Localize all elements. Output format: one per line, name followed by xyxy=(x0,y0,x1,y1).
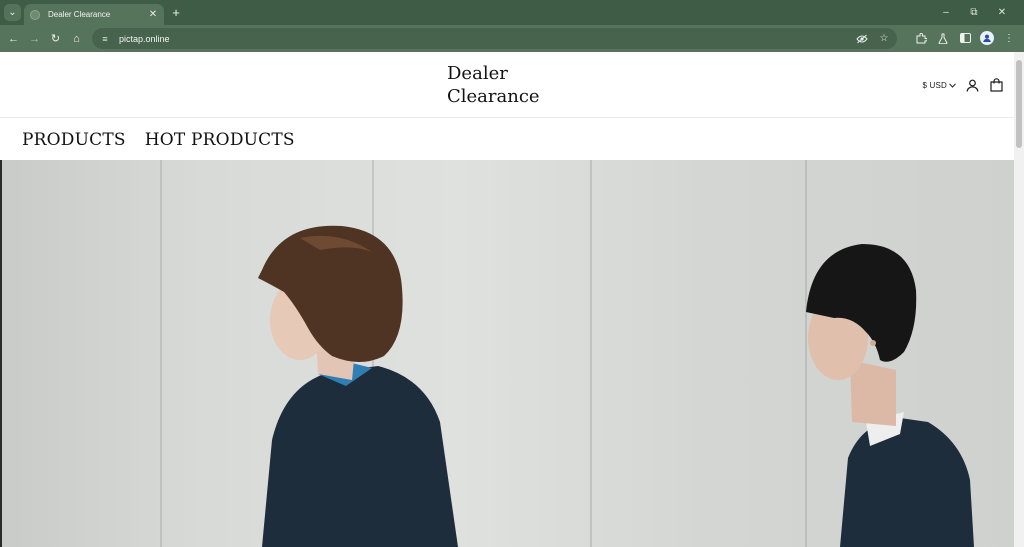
browser-tab-bar: ⌄ Dealer Clearance ✕ + – ⧉ ✕ xyxy=(0,0,1024,25)
nav-link-products[interactable]: PRODUCTS xyxy=(22,130,126,150)
logo-line-2: Clearance xyxy=(447,86,540,107)
person-right-figure xyxy=(806,244,974,547)
address-bar[interactable]: ≡ pictap.online ☆ xyxy=(92,28,897,49)
site-logo[interactable]: Dealer Clearance xyxy=(447,62,557,108)
window-controls: – ⧉ ✕ xyxy=(932,3,1016,21)
toolbar-actions: ⋮ xyxy=(912,29,1018,47)
nav-link-hot-products[interactable]: HOT PRODUCTS xyxy=(145,130,295,150)
more-vert-icon[interactable]: ⋮ xyxy=(1000,29,1018,47)
home-icon[interactable]: ⌂ xyxy=(68,30,85,47)
extensions-puzzle-icon[interactable] xyxy=(912,29,930,47)
restore-icon[interactable]: ⧉ xyxy=(960,3,988,21)
page-scrollbar[interactable] xyxy=(1014,52,1024,547)
tab-close-icon[interactable]: ✕ xyxy=(146,9,160,20)
window-close-icon[interactable]: ✕ xyxy=(988,3,1016,21)
scrollbar-thumb[interactable] xyxy=(1016,60,1022,148)
url-text[interactable]: pictap.online xyxy=(119,34,853,44)
side-panel-icon[interactable] xyxy=(956,29,974,47)
person-left-figure xyxy=(258,225,458,547)
eye-off-icon[interactable] xyxy=(853,31,871,47)
forward-arrow-icon[interactable]: → xyxy=(26,30,43,47)
hero-banner xyxy=(0,160,1014,547)
currency-label: $ USD xyxy=(922,80,947,90)
bookmark-star-icon[interactable]: ☆ xyxy=(875,31,893,47)
new-tab-plus-icon[interactable]: + xyxy=(168,5,184,21)
header-actions: $ USD xyxy=(922,76,1004,94)
favicon-icon xyxy=(30,9,40,20)
logo-line-1: Dealer xyxy=(447,63,508,84)
profile-avatar-icon[interactable] xyxy=(980,31,994,45)
main-navigation: PRODUCTS HOT PRODUCTS xyxy=(0,119,1014,160)
browser-toolbar: ← → ↻ ⌂ ≡ pictap.online ☆ ⋮ xyxy=(0,25,1024,52)
labs-flask-icon[interactable] xyxy=(934,29,952,47)
site-info-icon[interactable]: ≡ xyxy=(97,31,113,47)
cart-bag-icon[interactable] xyxy=(988,77,1004,93)
currency-selector[interactable]: $ USD xyxy=(922,81,956,90)
reload-icon[interactable]: ↻ xyxy=(47,30,64,47)
minimize-icon[interactable]: – xyxy=(932,3,960,21)
browser-tab[interactable]: Dealer Clearance ✕ xyxy=(24,4,164,25)
web-page: Dealer Clearance $ USD PRODUCTS HOT PROD… xyxy=(0,52,1014,547)
hero-image xyxy=(258,225,974,547)
tab-title: Dealer Clearance xyxy=(48,10,111,19)
account-user-icon[interactable] xyxy=(964,77,980,93)
chevron-down-icon xyxy=(949,81,956,90)
back-arrow-icon[interactable]: ← xyxy=(5,30,22,47)
chevron-down-icon[interactable]: ⌄ xyxy=(4,4,21,21)
site-header: Dealer Clearance $ USD xyxy=(0,52,1014,118)
